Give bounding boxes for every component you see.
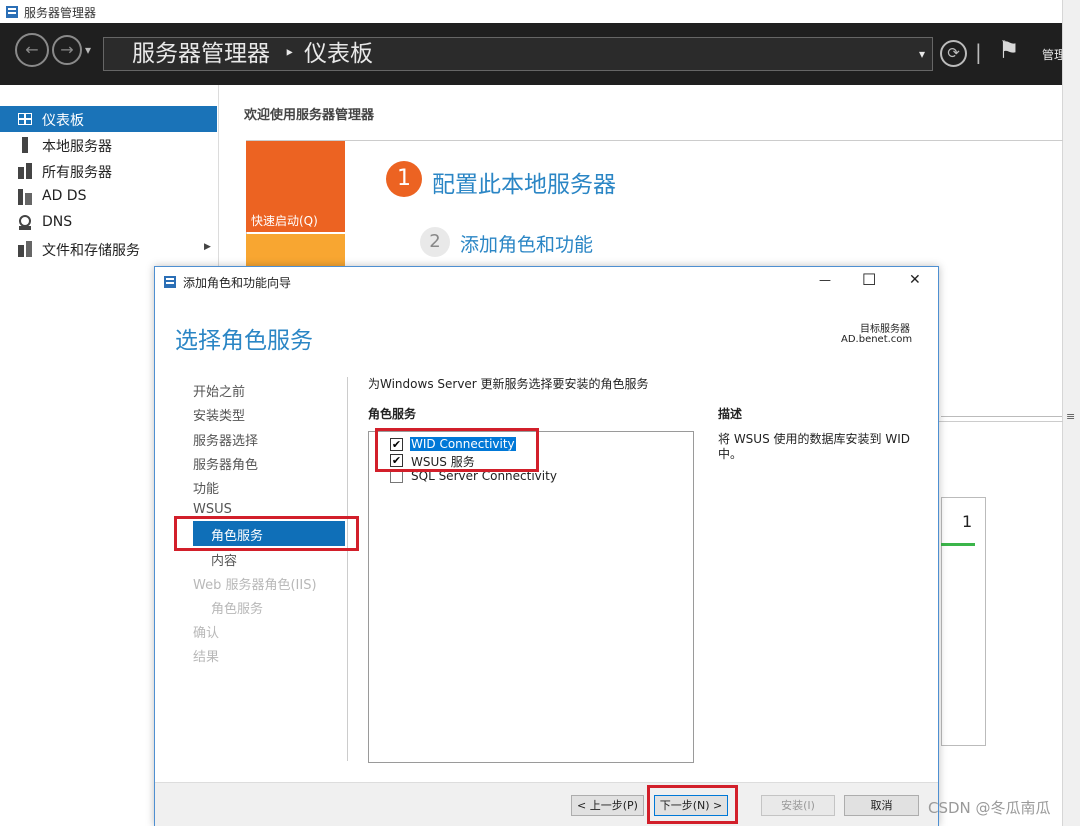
sidebar-item-label: 所有服务器 <box>42 165 112 181</box>
window-title: 服务器管理器 <box>24 6 97 20</box>
nav-item-server-selection[interactable]: 服务器选择 <box>193 430 258 449</box>
sidebar-item-dashboard[interactable]: 仪表板 <box>0 106 217 132</box>
sidebar-item-ad-ds[interactable]: AD DS <box>0 184 217 210</box>
previous-button[interactable]: < 上一步(P) <box>571 795 644 816</box>
server-manager-icon <box>6 6 18 18</box>
manage-menu[interactable]: 管理 <box>1042 46 1062 63</box>
scroll-grip-icon: ≡ <box>1066 410 1076 423</box>
sidebar-item-label: AD DS <box>42 188 87 204</box>
welcome-heading: 欢迎使用服务器管理器 <box>244 108 375 123</box>
install-button: 安装(I) <box>761 795 835 816</box>
close-button[interactable]: ✕ <box>909 272 921 288</box>
sidebar-item-file-storage[interactable]: 文件和存储服务 ▶ <box>0 236 217 262</box>
sidebar-item-label: 本地服务器 <box>42 139 112 155</box>
wizard-icon <box>164 276 176 288</box>
tile-count: 1 <box>962 512 973 531</box>
nav-item-installation-type[interactable]: 安装类型 <box>193 405 245 424</box>
toolbar: ← → ▾ 服务器管理器 ‣ 仪表板 ▾ ⟳ | ⚑ 管理 <box>0 23 1062 85</box>
watermark: CSDN @冬瓜南瓜 <box>928 799 1051 817</box>
breadcrumb-dropdown-icon[interactable]: ▾ <box>919 38 925 70</box>
description-text: 将 WSUS 使用的数据库安装到 WID 中。 <box>718 432 910 461</box>
breadcrumb-current: 仪表板 <box>304 41 373 67</box>
nav-item-content[interactable]: 内容 <box>211 550 237 569</box>
expand-arrow-icon[interactable]: ▶ <box>204 242 211 252</box>
toolbar-divider: | <box>975 40 982 64</box>
dns-icon <box>19 215 31 230</box>
add-roles-link[interactable]: 添加角色和功能 <box>460 230 593 257</box>
tile-status-bar <box>941 543 975 546</box>
annotation-box-checkboxes <box>375 428 539 472</box>
adds-icon <box>18 189 32 205</box>
nav-item-before-you-begin[interactable]: 开始之前 <box>193 381 245 400</box>
step2-number: 2 <box>420 227 450 257</box>
target-server-label: 目标服务器 <box>860 324 910 335</box>
nav-item-results: 结果 <box>193 650 220 665</box>
nav-item-server-roles[interactable]: 服务器角色 <box>193 454 258 473</box>
quick-start-label: 快速启动(Q) <box>251 214 318 228</box>
refresh-icon[interactable]: ⟳ <box>940 40 967 67</box>
annotation-box-next <box>647 785 738 824</box>
annotation-box-nav <box>174 516 359 551</box>
dialog-title: 添加角色和功能向导 <box>183 276 292 290</box>
dashboard-icon <box>18 113 32 125</box>
sidebar-item-label: DNS <box>42 214 73 230</box>
configure-local-server-link[interactable]: 配置此本地服务器 <box>432 165 616 199</box>
history-dropdown-icon[interactable]: ▾ <box>85 43 91 57</box>
window-scrollbar[interactable]: ≡ <box>1062 0 1080 826</box>
server-icon <box>22 137 28 153</box>
nav-item-confirmation: 确认 <box>193 626 220 641</box>
section-divider <box>941 416 1062 417</box>
sidebar-item-label: 仪表板 <box>42 113 84 129</box>
description-header: 描述 <box>718 407 743 421</box>
role-services-header: 角色服务 <box>368 407 417 421</box>
sidebar-item-dns[interactable]: DNS <box>0 210 217 236</box>
nav-item-iis-role-services: 角色服务 <box>211 602 264 617</box>
maximize-button[interactable]: ☐ <box>862 270 876 289</box>
cancel-button[interactable]: 取消 <box>844 795 919 816</box>
breadcrumb-root[interactable]: 服务器管理器 <box>132 38 270 70</box>
target-server-value: AD.benet.com <box>841 334 913 345</box>
nav-item-wsus[interactable]: WSUS <box>193 502 232 517</box>
notifications-flag-icon[interactable]: ⚑ <box>998 36 1020 64</box>
window-titlebar: 服务器管理器 <box>0 0 1062 23</box>
storage-icon <box>18 241 32 257</box>
nav-divider <box>347 377 348 761</box>
minimize-button[interactable]: — <box>819 273 831 287</box>
step1-number: 1 <box>386 161 422 197</box>
nav-item-web-server-role: Web 服务器角色(IIS) <box>193 578 317 593</box>
sidebar-item-label: 文件和存储服务 <box>42 243 140 259</box>
servers-icon <box>18 163 32 179</box>
forward-button[interactable]: → <box>52 35 82 65</box>
intro-text: 为Windows Server 更新服务选择要安装的角色服务 <box>368 377 649 391</box>
sidebar-item-local-server[interactable]: 本地服务器 <box>0 132 217 158</box>
nav-item-features[interactable]: 功能 <box>193 478 219 497</box>
page-title: 选择角色服务 <box>175 328 313 354</box>
breadcrumb[interactable]: 服务器管理器 ‣ 仪表板 ▾ <box>103 37 933 71</box>
server-tile[interactable] <box>941 497 986 746</box>
back-button[interactable]: ← <box>15 33 49 67</box>
sidebar-item-all-servers[interactable]: 所有服务器 <box>0 158 217 184</box>
breadcrumb-separator-icon: ‣ <box>284 43 295 64</box>
